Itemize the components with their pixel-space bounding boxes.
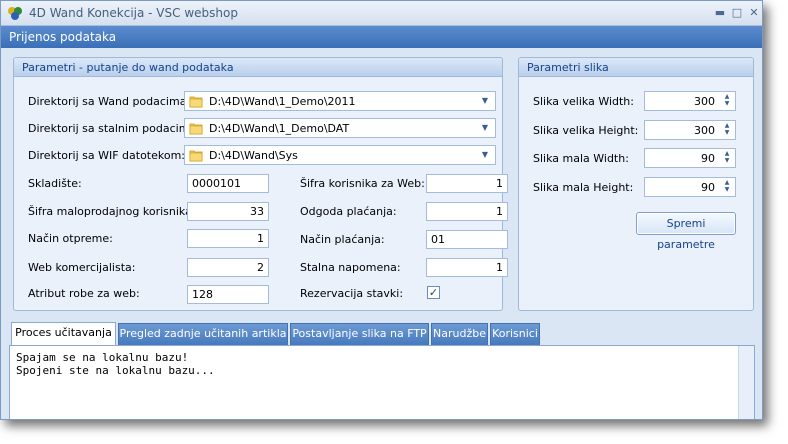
image-params-group: Parametri slika Slika velika Width: 300 … bbox=[518, 57, 754, 311]
skladiste-label: Skladište: bbox=[28, 177, 82, 190]
tab-narudzbe[interactable]: Narudžbe bbox=[431, 323, 488, 345]
log-line: Spojeni ste na lokalnu bazu... bbox=[16, 364, 215, 377]
rezervacija-checkbox[interactable]: ✓ bbox=[427, 286, 440, 299]
tab-strip: Proces učitavanja Pregled zadnje učitani… bbox=[11, 322, 751, 346]
section-header-title: Prijenos podataka bbox=[9, 30, 117, 44]
big-width-value: 300 bbox=[694, 95, 715, 108]
sifra-malo-label: Šifra maloprodajnog korisnika: bbox=[28, 205, 196, 218]
window-title: 4D Wand Konekcija - VSC webshop bbox=[29, 6, 238, 20]
paths-group-title: Parametri - putanje do wand podataka bbox=[22, 61, 234, 74]
chevron-down-icon[interactable]: ▼ bbox=[479, 94, 491, 108]
app-logo-icon bbox=[8, 7, 22, 20]
log-scrollbar[interactable] bbox=[738, 346, 754, 419]
app-window: 4D Wand Konekcija - VSC webshop ▬ □ ✕ Pr… bbox=[0, 0, 763, 420]
wif-dir-select[interactable]: D:\4D\Wand\Sys ▼ bbox=[184, 145, 496, 165]
small-width-label: Slika mala Width: bbox=[533, 152, 629, 165]
wand-dir-select[interactable]: D:\4D\Wand\1_Demo\2011 ▼ bbox=[184, 91, 496, 111]
stalna-label: Stalna napomena: bbox=[300, 261, 401, 274]
nacin-placanja-input[interactable]: 01 bbox=[426, 230, 508, 249]
tab-pregled[interactable]: Pregled zadnje učitanih artikla bbox=[118, 323, 288, 345]
nacin-otpreme-input[interactable]: 1 bbox=[187, 229, 269, 248]
web-kom-label: Web komercijalista: bbox=[28, 261, 136, 274]
tab-korisnici[interactable]: Korisnici bbox=[490, 323, 540, 345]
small-height-label: Slika mala Height: bbox=[533, 181, 634, 194]
stalna-input[interactable]: 1 bbox=[426, 258, 508, 277]
minimize-icon[interactable]: ▬ bbox=[712, 5, 728, 21]
big-width-label: Slika velika Width: bbox=[533, 95, 634, 108]
sifra-web-label: Šifra korisnika za Web: bbox=[300, 177, 425, 190]
big-height-spinner[interactable]: 300 ▲ ▼ bbox=[644, 120, 736, 140]
maximize-icon[interactable]: □ bbox=[729, 5, 745, 21]
log-textarea[interactable]: Spajam se na lokalnu bazu! Spojeni ste n… bbox=[9, 345, 755, 419]
spinner-arrows-icon[interactable]: ▲ ▼ bbox=[722, 93, 732, 109]
paths-group: Parametri - putanje do wand podataka Dir… bbox=[13, 57, 508, 311]
big-height-value: 300 bbox=[694, 124, 715, 137]
small-height-spinner[interactable]: 90 ▲ ▼ bbox=[644, 177, 736, 197]
tab-proces[interactable]: Proces učitavanja bbox=[11, 322, 116, 346]
log-line: Spajam se na lokalnu bazu! bbox=[16, 351, 189, 364]
odgoda-label: Odgoda plaćanja: bbox=[300, 205, 397, 218]
small-height-value: 90 bbox=[701, 181, 715, 194]
static-dir-value: D:\4D\Wand\1_Demo\DAT bbox=[209, 122, 350, 135]
image-params-title: Parametri slika bbox=[527, 61, 609, 74]
web-kom-input[interactable]: 2 bbox=[187, 258, 269, 277]
sifra-web-input[interactable]: 1 bbox=[426, 174, 508, 193]
tab-ftp[interactable]: Postavljanje slika na FTP bbox=[290, 323, 429, 345]
wand-dir-value: D:\4D\Wand\1_Demo\2011 bbox=[209, 95, 356, 108]
sifra-malo-input[interactable]: 33 bbox=[187, 202, 269, 221]
atribut-input[interactable]: 128 bbox=[187, 285, 269, 304]
big-width-spinner[interactable]: 300 ▲ ▼ bbox=[644, 91, 736, 111]
small-width-spinner[interactable]: 90 ▲ ▼ bbox=[644, 148, 736, 168]
skladiste-input[interactable]: 0000101 bbox=[187, 174, 269, 193]
chevron-down-icon[interactable]: ▼ bbox=[479, 148, 491, 162]
rezervacija-label: Rezervacija stavki: bbox=[300, 287, 404, 300]
folder-icon bbox=[189, 96, 203, 108]
static-dir-label: Direktorij sa stalnim podacima: bbox=[28, 122, 200, 135]
chevron-down-icon[interactable]: ▼ bbox=[479, 121, 491, 135]
odgoda-input[interactable]: 1 bbox=[426, 202, 508, 221]
main-content: Parametri - putanje do wand podataka Dir… bbox=[5, 50, 759, 419]
static-dir-select[interactable]: D:\4D\Wand\1_Demo\DAT ▼ bbox=[184, 118, 496, 138]
close-icon[interactable]: ✕ bbox=[746, 5, 762, 21]
wif-dir-label: Direktorij sa WIF datotekom: bbox=[28, 149, 186, 162]
nacin-otpreme-label: Način otpreme: bbox=[28, 232, 113, 245]
folder-icon bbox=[189, 123, 203, 135]
image-params-header: Parametri slika bbox=[519, 58, 753, 77]
big-height-label: Slika velika Height: bbox=[533, 124, 639, 137]
atribut-label: Atribut robe za web: bbox=[28, 287, 140, 300]
small-width-value: 90 bbox=[701, 152, 715, 165]
spinner-arrows-icon[interactable]: ▲ ▼ bbox=[722, 122, 732, 138]
paths-group-header: Parametri - putanje do wand podataka bbox=[14, 58, 502, 77]
wif-dir-value: D:\4D\Wand\Sys bbox=[209, 149, 298, 162]
spinner-arrows-icon[interactable]: ▲ ▼ bbox=[722, 150, 732, 166]
folder-icon bbox=[189, 150, 203, 162]
title-bar: 4D Wand Konekcija - VSC webshop ▬ □ ✕ bbox=[1, 1, 762, 26]
spinner-arrows-icon[interactable]: ▲ ▼ bbox=[722, 179, 732, 195]
wand-dir-label: Direktorij sa Wand podacima: bbox=[28, 95, 191, 108]
save-params-button[interactable]: Spremi parametre bbox=[636, 212, 736, 251]
section-header: Prijenos podataka bbox=[1, 26, 762, 48]
checkmark-icon: ✓ bbox=[428, 286, 439, 299]
nacin-placanja-label: Način plaćanja: bbox=[300, 233, 385, 246]
